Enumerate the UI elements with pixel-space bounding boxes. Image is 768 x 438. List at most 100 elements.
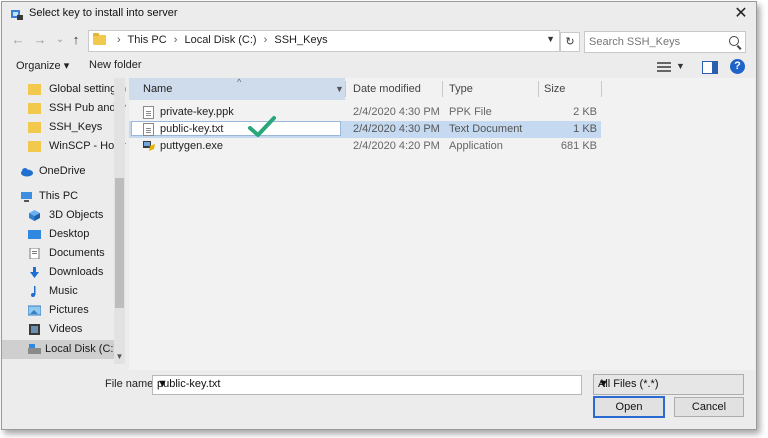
dialog-footer: File name: public-key.txt ▼ All Files (*… <box>2 370 756 429</box>
sidebar-item-label: Downloads <box>49 266 104 278</box>
organize-button[interactable]: Organize ▾ <box>16 59 69 72</box>
file-name: public-key.txt <box>160 123 224 135</box>
checkmark-icon <box>248 116 276 137</box>
view-options-dropdown-icon[interactable]: ▼ <box>676 61 685 71</box>
search-icon[interactable] <box>729 36 739 46</box>
file-size: 681 KB <box>560 140 597 152</box>
address-row: ← → ⌄ ↑ › This PC › Local Disk (C:) › SS… <box>2 28 756 54</box>
file-name-field[interactable]: public-key.txt ▼ <box>152 375 582 395</box>
file-name-dropdown-icon[interactable]: ▼ <box>157 378 577 390</box>
address-dropdown-icon[interactable]: ▼ <box>546 34 555 44</box>
change-view-icon[interactable] <box>657 62 671 72</box>
column-divider[interactable] <box>345 81 346 97</box>
file-row-private-key[interactable]: private-key.ppk 2/4/2020 4:30 PM PPK Fil… <box>129 104 601 121</box>
cancel-button[interactable]: Cancel <box>674 397 744 417</box>
file-name: puttygen.exe <box>160 140 223 152</box>
column-header-row: Name ^ ▼ Date modified Type Size <box>129 77 755 100</box>
folder-icon <box>28 122 41 133</box>
breadcrumb-this-pc[interactable]: This PC <box>128 34 167 46</box>
navigation-pane: Global settings ( SSH Pub and Pri SSH_Ke… <box>2 78 126 370</box>
folder-icon <box>28 84 41 95</box>
file-type: Text Document <box>449 123 523 135</box>
refresh-icon[interactable]: ↻ <box>560 32 580 52</box>
cube-icon <box>29 210 40 221</box>
folder-icon <box>28 141 41 152</box>
videos-icon <box>29 324 40 335</box>
up-folder-icon[interactable]: ↑ <box>68 32 84 48</box>
help-icon[interactable]: ? <box>730 59 745 74</box>
file-date: 2/4/2020 4:30 PM <box>353 106 440 118</box>
sidebar-item-label: Pictures <box>49 304 89 316</box>
file-name: private-key.ppk <box>160 106 234 118</box>
puttygen-app-icon <box>143 141 155 151</box>
file-type-dropdown-icon[interactable]: ▼ <box>598 378 738 390</box>
sidebar-item-label: Documents <box>49 247 105 259</box>
app-icon <box>11 10 23 20</box>
pictures-icon <box>28 305 41 316</box>
breadcrumb-ssh-keys[interactable]: SSH_Keys <box>274 34 327 46</box>
documents-icon <box>29 248 40 259</box>
sidebar-scrollbar[interactable]: ▼ <box>114 78 125 364</box>
sort-ascending-icon: ^ <box>237 77 242 87</box>
command-bar: Organize ▾ New folder ▼ ? <box>2 56 756 78</box>
music-icon <box>31 286 36 297</box>
back-arrow-icon[interactable]: ← <box>10 32 26 48</box>
sidebar-item-label: Music <box>49 285 78 297</box>
breadcrumb-local-disk[interactable]: Local Disk (C:) <box>184 34 256 46</box>
column-header-type[interactable]: Type <box>449 78 473 100</box>
new-folder-button[interactable]: New folder <box>89 59 142 71</box>
column-filter-dropdown-icon[interactable]: ▼ <box>335 78 344 100</box>
file-date: 2/4/2020 4:30 PM <box>353 123 440 135</box>
file-type: Application <box>449 140 503 152</box>
column-divider[interactable] <box>601 81 602 97</box>
sidebar-item-label: Desktop <box>49 228 90 240</box>
computer-icon <box>21 192 32 202</box>
sidebar-item-label: This PC <box>39 190 79 202</box>
file-date: 2/4/2020 4:20 PM <box>353 140 440 152</box>
breadcrumb: › This PC › Local Disk (C:) › SSH_Keys <box>113 34 328 46</box>
breadcrumb-separator: › <box>263 34 268 46</box>
file-size: 2 KB <box>573 106 597 118</box>
recent-locations-dropdown-icon[interactable]: ⌄ <box>52 32 68 48</box>
folder-icon <box>93 33 106 45</box>
window-title: Select key to install into server <box>29 7 178 19</box>
column-header-date[interactable]: Date modified <box>353 78 421 100</box>
file-type-select[interactable]: All Files (*.*) ▼ <box>593 374 744 395</box>
search-box[interactable] <box>584 31 746 53</box>
drive-icon <box>28 344 41 354</box>
sidebar-item-label: Local Disk (C:) <box>45 343 118 355</box>
breadcrumb-separator: › <box>117 34 121 46</box>
column-header-size[interactable]: Size <box>544 78 565 100</box>
file-name-label: File name: <box>105 378 157 390</box>
search-input[interactable] <box>589 34 719 49</box>
sidebar-scrollbar-thumb[interactable] <box>115 178 124 308</box>
forward-arrow-icon[interactable]: → <box>32 32 48 48</box>
address-bar[interactable]: › This PC › Local Disk (C:) › SSH_Keys ▼ <box>88 30 560 52</box>
sidebar-item-label: OneDrive <box>39 165 86 177</box>
sidebar-item-label: 3D Objects <box>49 209 104 221</box>
scroll-down-arrow-icon[interactable]: ▼ <box>114 352 125 364</box>
sidebar-item-label: SSH_Keys <box>49 121 103 133</box>
text-file-icon <box>143 123 154 136</box>
preview-pane-icon[interactable] <box>702 61 718 74</box>
folder-icon <box>28 103 41 114</box>
cloud-icon <box>21 168 33 177</box>
file-row-public-key[interactable]: public-key.txt 2/4/2020 4:30 PM Text Doc… <box>129 116 601 138</box>
file-type: PPK File <box>449 106 492 118</box>
column-divider[interactable] <box>538 81 539 97</box>
breadcrumb-separator: › <box>173 34 178 46</box>
file-size: 1 KB <box>573 123 597 135</box>
close-icon[interactable]: ✕ <box>730 4 752 24</box>
file-icon <box>143 106 154 119</box>
desktop-icon <box>28 230 41 239</box>
open-button[interactable]: Open <box>593 396 665 418</box>
column-name-label: Name <box>143 83 173 95</box>
file-row-puttygen[interactable]: puttygen.exe 2/4/2020 4:20 PM Applicatio… <box>129 138 601 155</box>
sidebar-item-local-disk[interactable]: Local Disk (C:) <box>2 340 118 359</box>
column-divider[interactable] <box>442 81 443 97</box>
title-bar: Select key to install into server ✕ <box>2 2 756 26</box>
file-list-pane: Name ^ ▼ Date modified Type Size private… <box>129 77 755 370</box>
download-icon <box>30 267 39 278</box>
sidebar-item-label: Videos <box>49 323 83 335</box>
column-header-name[interactable]: Name ^ ▼ <box>129 77 345 100</box>
